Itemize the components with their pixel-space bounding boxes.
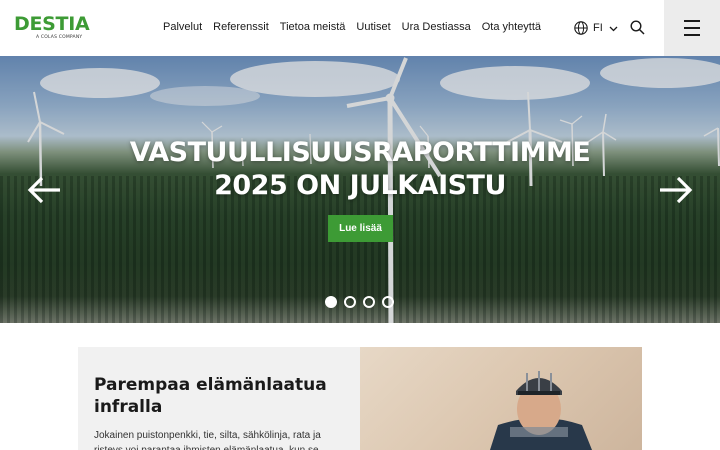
hamburger-line [684,20,700,22]
main-navigation: Palvelut Referenssit Tietoa meistä Uutis… [163,20,541,34]
language-selector[interactable]: FI [574,20,618,36]
hero-carousel: VASTUULLISUUSRAPORTTIMME 2025 ON JULKAIS… [0,56,720,323]
nav-item-uutiset[interactable]: Uutiset [356,20,390,34]
feature-photo-cyclist [360,347,642,450]
language-code: FI [593,22,603,34]
hero-title-line-2: 2025 ON JULKAISTU [214,170,506,201]
nav-item-tietoa-meista[interactable]: Tietoa meistä [280,20,346,34]
logo-tagline: A COLAS COMPANY [36,35,83,40]
chevron-down-icon [609,26,618,31]
arrow-left-icon[interactable] [27,176,61,204]
destia-logo[interactable]: DESTIA A COLAS COMPANY [14,14,104,42]
hamburger-line [684,34,700,36]
nav-item-referenssit[interactable]: Referenssit [213,20,269,34]
feature-card-text: Jokainen puistonpenkki, tie, silta, sähk… [94,430,321,450]
feature-card-title: Parempaa elämänlaatua infralla [94,375,327,417]
nav-item-ura-destiassa[interactable]: Ura Destiassa [402,20,471,34]
globe-icon [574,21,588,35]
site-header: DESTIA A COLAS COMPANY Palvelut Referens… [0,0,720,56]
hero-title-line-1: VASTUULLISUUSRAPORTTIMME [129,137,591,168]
hero-title: VASTUULLISUUSRAPORTTIMME 2025 ON JULKAIS… [0,136,720,202]
carousel-dot-1[interactable] [325,296,337,308]
carousel-dot-3[interactable] [363,296,375,308]
nav-item-ota-yhteytta[interactable]: Ota yhteyttä [482,20,541,34]
cyclist-illustration [490,371,592,450]
hamburger-menu-button[interactable] [664,0,720,56]
read-more-button[interactable]: Lue lisää [328,215,393,242]
nav-item-palvelut[interactable]: Palvelut [163,20,202,34]
carousel-pagination [325,296,394,308]
feature-card: Parempaa elämänlaatua infralla Jokainen … [78,347,360,450]
logo-wordmark: DESTIA [14,13,90,35]
hamburger-line [684,27,700,29]
arrow-right-icon[interactable] [659,176,693,204]
search-icon[interactable] [630,20,645,35]
carousel-dot-4[interactable] [382,296,394,308]
carousel-dot-2[interactable] [344,296,356,308]
